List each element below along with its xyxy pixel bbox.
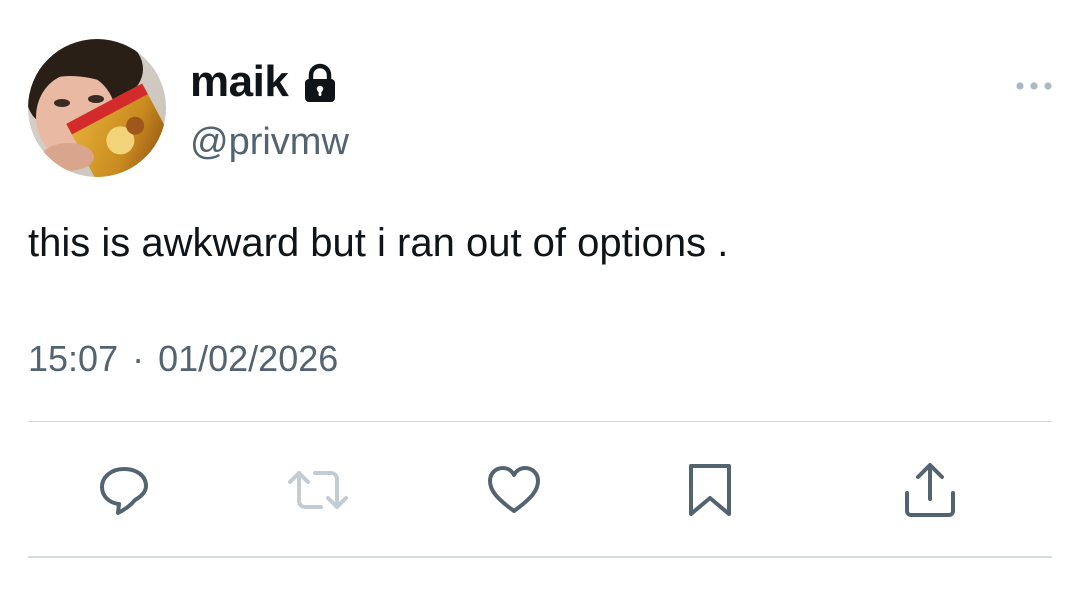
tweet-date: 01/02/2026 <box>158 338 339 379</box>
tweet-actions-bar <box>0 456 1080 524</box>
divider <box>28 421 1052 422</box>
timestamp-separator: · <box>132 338 145 379</box>
share-icon <box>905 463 955 517</box>
tweet-time: 15:07 <box>28 338 119 379</box>
retweet-button[interactable] <box>284 456 352 524</box>
author-display-name[interactable]: maik <box>190 56 338 108</box>
reply-button[interactable] <box>90 456 158 524</box>
reply-icon <box>100 467 148 515</box>
divider <box>28 556 1052 558</box>
share-button[interactable] <box>896 456 964 524</box>
heart-icon <box>488 466 540 513</box>
avatar-photo <box>28 39 166 177</box>
more-horizontal-icon[interactable] <box>1014 74 1054 98</box>
like-button[interactable] <box>480 456 548 524</box>
display-name-text: maik <box>190 57 289 106</box>
retweet-icon <box>288 471 348 509</box>
lock-icon <box>302 63 338 103</box>
tweet-timestamp[interactable]: 15:07 · 01/02/2026 <box>28 334 338 384</box>
bookmark-icon <box>689 464 731 516</box>
tweet-text: this is awkward but i ran out of options… <box>28 221 729 265</box>
author-handle[interactable]: @privmw <box>190 118 349 166</box>
bookmark-button[interactable] <box>676 456 744 524</box>
avatar[interactable] <box>28 39 166 177</box>
